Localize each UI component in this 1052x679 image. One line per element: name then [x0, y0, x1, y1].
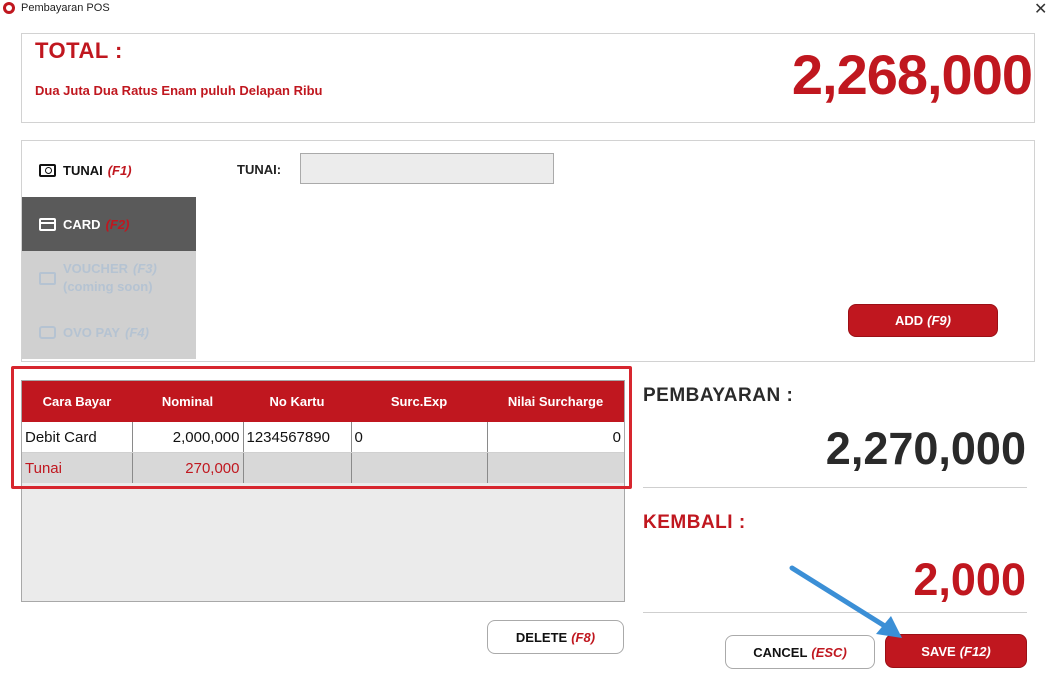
total-label: TOTAL :: [35, 38, 123, 63]
add-button[interactable]: ADD (F9): [848, 304, 998, 337]
tab-tunai-label: TUNAI: [63, 162, 103, 178]
tunai-field-label: TUNAI:: [237, 162, 282, 177]
kembali-amount: 2,000: [913, 554, 1026, 605]
divider: [643, 612, 1027, 613]
save-button-shortcut: (F12): [959, 643, 991, 659]
delete-button-shortcut: (F8): [571, 629, 596, 645]
table-highlight-annotation: [11, 366, 632, 489]
tab-card-shortcut: (F2): [105, 216, 130, 232]
tab-ovo-shortcut: (F4): [125, 324, 149, 340]
tab-voucher-shortcut: (F3): [133, 261, 157, 276]
total-amount-words: Dua Juta Dua Ratus Enam puluh Delapan Ri…: [35, 83, 323, 98]
tab-voucher-label: VOUCHER: [63, 261, 129, 276]
pembayaran-amount: 2,270,000: [825, 423, 1026, 474]
tab-ovo-pay: OVO PAY (F4): [22, 305, 196, 359]
delete-button-label: DELETE: [515, 629, 568, 645]
pembayaran-label: PEMBAYARAN :: [643, 385, 794, 406]
save-button-label: SAVE: [921, 643, 956, 659]
tab-ovo-label: OVO PAY: [63, 324, 121, 340]
tab-voucher: VOUCHER (F3) (coming soon): [22, 251, 196, 305]
tab-card[interactable]: CARD (F2): [22, 197, 196, 251]
divider: [643, 487, 1027, 488]
tab-voucher-note: (coming soon): [63, 279, 153, 294]
title-bar: [0, 0, 1052, 18]
add-button-shortcut: (F9): [927, 313, 951, 328]
card-icon: [39, 217, 56, 231]
cancel-button-shortcut: (ESC): [811, 644, 847, 660]
tunai-input[interactable]: [300, 153, 554, 184]
cancel-button[interactable]: CANCEL (ESC): [725, 635, 875, 669]
tab-tunai[interactable]: TUNAI (F1): [22, 143, 196, 197]
cancel-button-label: CANCEL: [753, 644, 808, 660]
tab-card-label: CARD: [63, 216, 101, 232]
app-logo-icon: [3, 2, 15, 14]
voucher-icon: [39, 271, 56, 285]
close-icon[interactable]: ✕: [1034, 0, 1047, 19]
save-button[interactable]: SAVE (F12): [885, 634, 1027, 668]
total-amount: 2,268,000: [791, 43, 1033, 106]
wallet-icon: [39, 325, 56, 339]
cash-icon: [39, 163, 56, 177]
delete-button[interactable]: DELETE (F8): [487, 620, 624, 654]
tab-tunai-shortcut: (F1): [107, 162, 132, 178]
window-title: Pembayaran POS: [21, 2, 110, 14]
kembali-label: KEMBALI :: [643, 512, 746, 533]
add-button-label: ADD: [894, 313, 924, 328]
